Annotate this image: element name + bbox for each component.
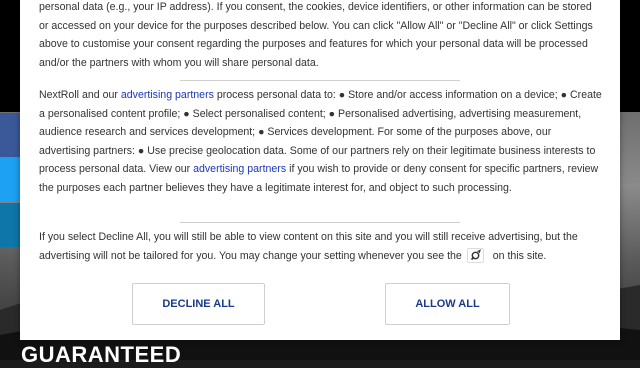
divider bbox=[180, 222, 460, 223]
consent-intro-text: personal data (e.g., your IP address). I… bbox=[39, 1, 593, 69]
decline-info-end: on this site. bbox=[492, 249, 547, 262]
facebook-share-button[interactable] bbox=[0, 113, 20, 157]
consent-purposes-text: NextRoll and our advertising partners pr… bbox=[39, 86, 604, 198]
divider bbox=[180, 80, 460, 81]
allow-all-button[interactable]: ALLOW ALL bbox=[385, 283, 510, 325]
advertising-partners-link[interactable]: advertising partners bbox=[121, 89, 214, 101]
twitter-share-button[interactable] bbox=[0, 158, 20, 202]
cookie-consent-dialog: personal data (e.g., your IP address). I… bbox=[20, 0, 620, 340]
hero-headline: GUARANTEED bbox=[21, 342, 182, 367]
advertising-partners-link-2[interactable]: advertising partners bbox=[193, 163, 286, 175]
consent-decline-info-text: If you select Decline All, you will stil… bbox=[39, 228, 604, 265]
decline-all-button[interactable]: DECLINE ALL bbox=[132, 283, 265, 325]
linkedin-share-button[interactable] bbox=[0, 203, 20, 247]
purposes-text-start: NextRoll and our bbox=[39, 89, 121, 101]
nextroll-settings-icon[interactable] bbox=[466, 247, 484, 263]
